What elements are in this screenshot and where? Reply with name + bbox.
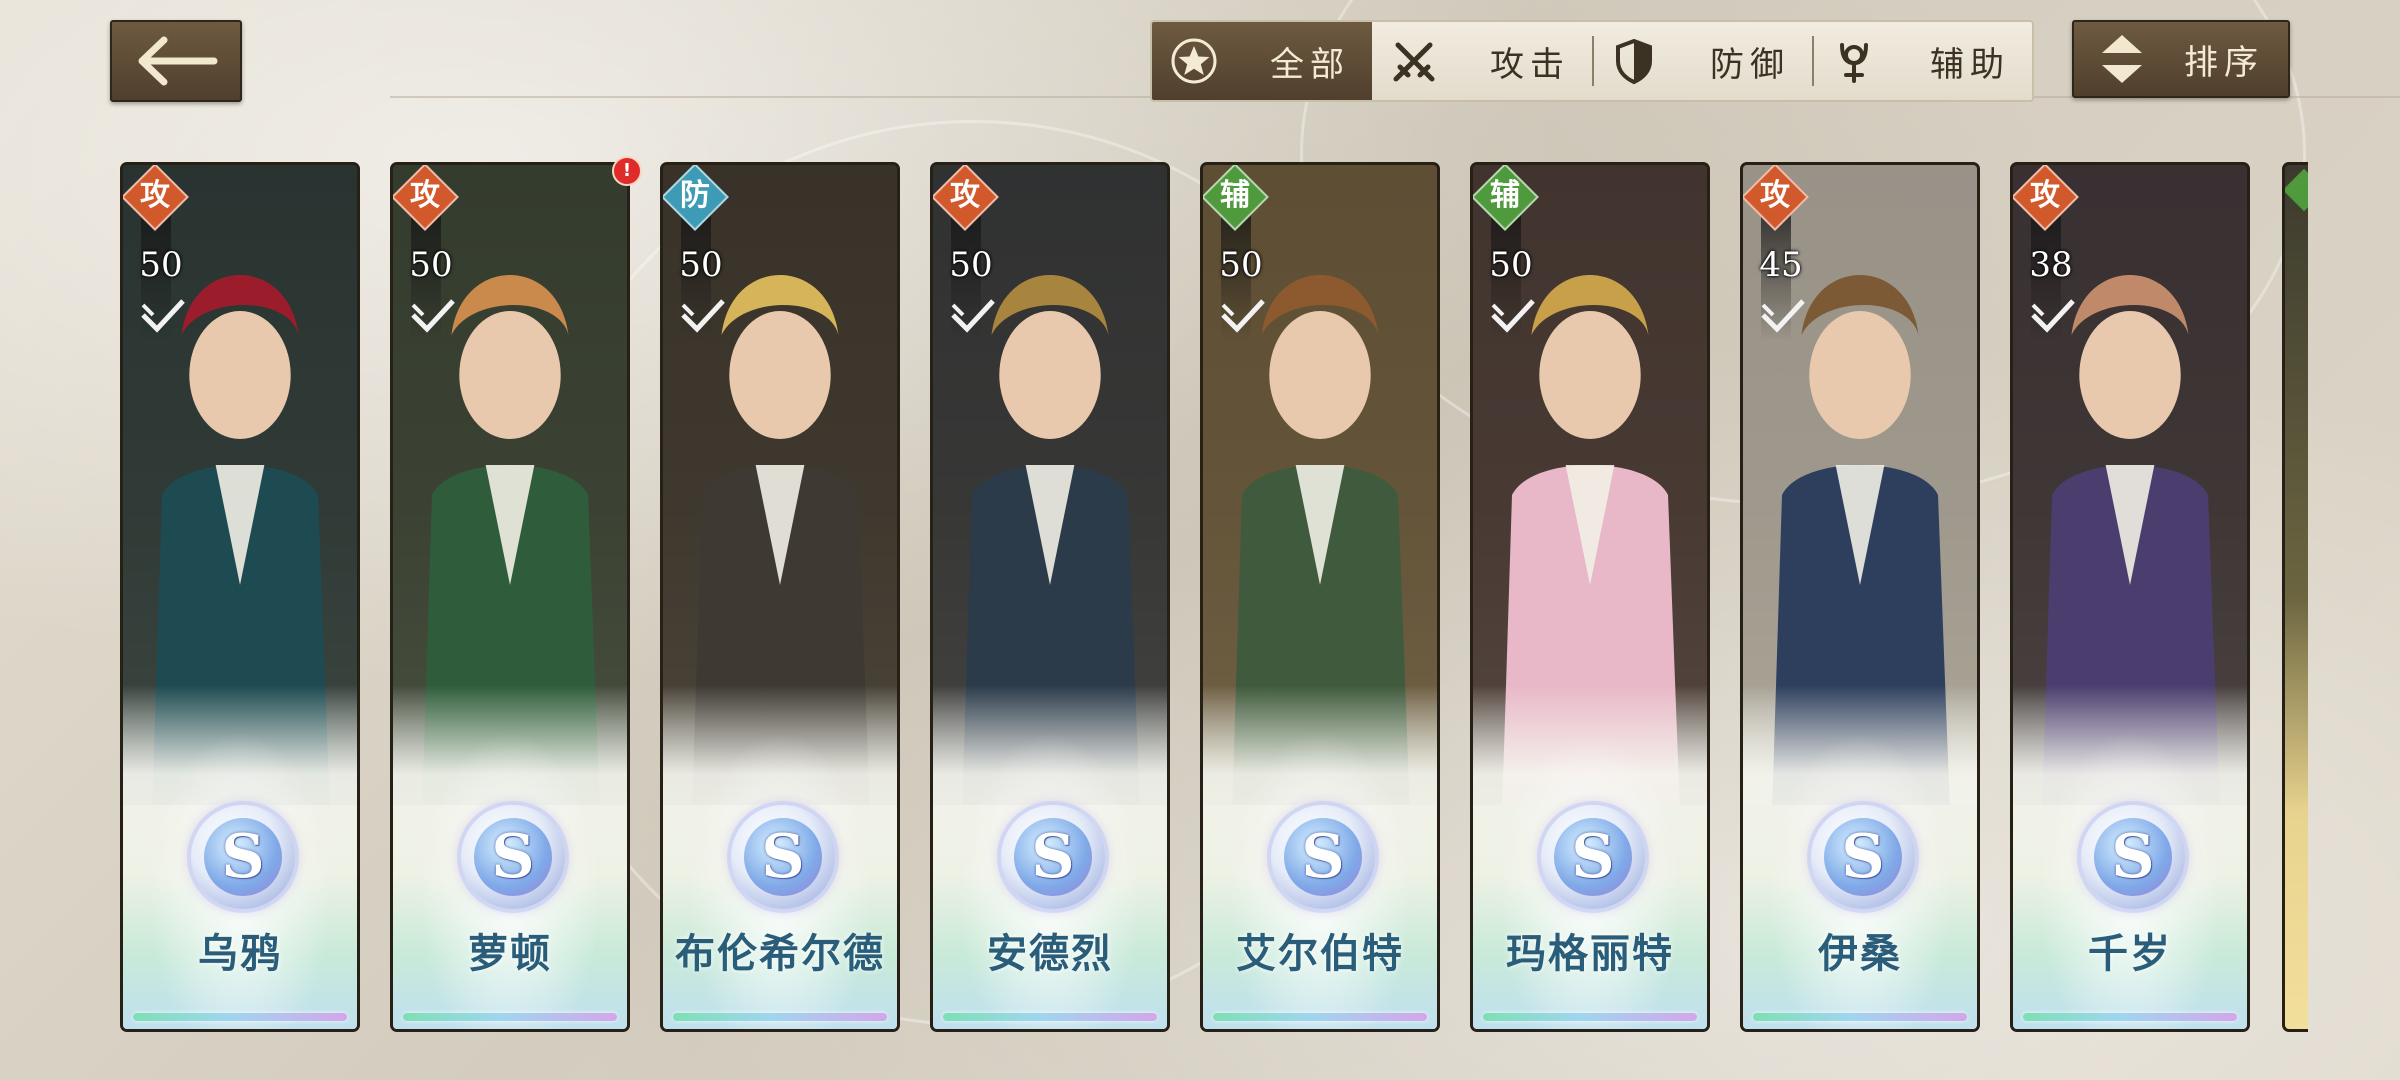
tab-attack[interactable]: 攻击 — [1372, 22, 1592, 100]
tab-support[interactable]: 辅助 — [1812, 22, 2032, 100]
role-label: 攻 — [2030, 178, 2060, 213]
tab-defense-label: 防御 — [1710, 44, 1790, 85]
rank-emblem: S — [1811, 805, 1915, 909]
role-label: 攻 — [1760, 178, 1790, 213]
rank-letter: S — [1014, 818, 1092, 896]
role-label: 辅 — [1490, 178, 1520, 213]
checkmark-icon — [1491, 299, 1535, 333]
tab-all-label: 全部 — [1270, 44, 1350, 85]
character-card[interactable]: 攻 50 S 萝顿 — [390, 162, 630, 1032]
character-card[interactable]: 辅 50 S 艾尔伯特 — [1200, 162, 1440, 1032]
character-card[interactable]: 攻 50 S 安德烈 — [930, 162, 1170, 1032]
rank-emblem: S — [191, 805, 295, 909]
rank-letter: S — [744, 818, 822, 896]
back-arrow-icon — [138, 36, 218, 86]
character-card[interactable]: 防 50 S 布伦希尔德 — [660, 162, 900, 1032]
checkmark-icon — [1221, 299, 1265, 333]
level-value: 38 — [2029, 245, 2073, 285]
checkmark-icon — [411, 299, 455, 333]
checkmark-icon — [141, 299, 185, 333]
character-name: 安德烈 — [987, 931, 1113, 977]
character-name: 艾尔伯特 — [1236, 931, 1404, 977]
character-name: 伊桑 — [1818, 931, 1902, 977]
tab-support-label: 辅助 — [1930, 44, 2010, 85]
character-name: 萝顿 — [468, 931, 552, 977]
character-card-list: 攻 50 S 乌鸦 攻 50 S 萝顿 防 50 S 布伦希尔德 攻 50 S 安德烈 辅 50 S 艾尔伯特 辅 50 S… — [120, 162, 2308, 1034]
rank-emblem: S — [731, 805, 835, 909]
tab-defense[interactable]: 防御 — [1592, 22, 1812, 100]
checkmark-icon — [1761, 299, 1805, 333]
checkmark-icon — [951, 299, 995, 333]
level-value: 50 — [679, 245, 723, 285]
character-card[interactable]: 辅 50 S 玛格丽特 — [1470, 162, 1710, 1032]
sort-label: 排序 — [2184, 42, 2264, 83]
rank-emblem: S — [1541, 805, 1645, 909]
role-label: 攻 — [410, 178, 440, 213]
star-icon — [1171, 38, 1217, 84]
rank-letter: S — [1284, 818, 1362, 896]
rank-letter: S — [1554, 818, 1632, 896]
character-card[interactable]: 攻 38 S 千岁 — [2010, 162, 2250, 1032]
back-button[interactable] — [110, 20, 242, 102]
role-label: 攻 — [140, 178, 170, 213]
level-value: 50 — [1489, 245, 1533, 285]
exp-bar — [1753, 1013, 1967, 1021]
level-value: 50 — [1219, 245, 1263, 285]
crossed-swords-icon — [1393, 42, 1435, 82]
level-value: 50 — [949, 245, 993, 285]
role-label: 防 — [680, 178, 710, 213]
rank-emblem: S — [1271, 805, 1375, 909]
character-card[interactable]: 攻 50 S 乌鸦 — [120, 162, 360, 1032]
tab-attack-label: 攻击 — [1490, 44, 1570, 85]
rank-letter: S — [2094, 818, 2172, 896]
character-name: 玛格丽特 — [1506, 931, 1674, 977]
rank-emblem: S — [461, 805, 565, 909]
exp-bar — [2023, 1013, 2237, 1021]
character-name: 千岁 — [2088, 931, 2172, 977]
character-card-partial[interactable] — [2282, 162, 2308, 1032]
character-card[interactable]: 攻 45 S 伊桑 — [1740, 162, 1980, 1032]
level-value: 45 — [1759, 245, 1803, 285]
exp-bar — [1483, 1013, 1697, 1021]
exp-bar — [133, 1013, 347, 1021]
shield-icon — [1616, 38, 1652, 85]
rank-letter: S — [474, 818, 552, 896]
sort-button[interactable]: 排序 — [2072, 20, 2290, 98]
rank-emblem: S — [2081, 805, 2185, 909]
role-filter-tabs: 全部 攻击 防御 辅助 — [1150, 20, 2034, 102]
sort-arrows-icon — [2102, 35, 2142, 83]
role-badge — [2285, 168, 2308, 212]
checkmark-icon — [2031, 299, 2075, 333]
new-notice-badge: ! — [612, 156, 642, 186]
role-label: 攻 — [950, 178, 980, 213]
level-value: 50 — [409, 245, 453, 285]
exp-bar — [1213, 1013, 1427, 1021]
rank-letter: S — [1824, 818, 1902, 896]
rank-emblem: S — [1001, 805, 1105, 909]
exp-bar — [673, 1013, 887, 1021]
rank-letter: S — [204, 818, 282, 896]
checkmark-icon — [681, 299, 725, 333]
role-label: 辅 — [1220, 178, 1250, 213]
level-value: 50 — [139, 245, 183, 285]
tab-all[interactable]: 全部 — [1152, 22, 1372, 100]
support-staff-icon — [1840, 43, 1868, 83]
exp-bar — [943, 1013, 1157, 1021]
exp-bar — [403, 1013, 617, 1021]
character-name: 乌鸦 — [198, 931, 282, 977]
character-name: 布伦希尔德 — [675, 931, 885, 977]
